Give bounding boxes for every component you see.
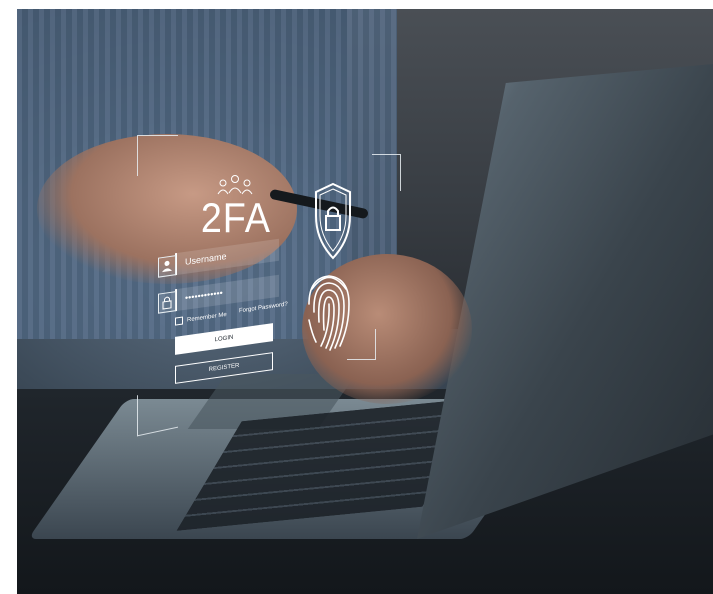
user-icon [158, 255, 176, 278]
shield-lock-icon [315, 182, 351, 260]
hud-overlay: 2FA Username •••••••••••• Remember Me Fo… [17, 9, 713, 594]
login-button[interactable]: LOGIN [175, 323, 273, 355]
users-icon [217, 175, 253, 195]
photo: 2FA Username •••••••••••• Remember Me Fo… [17, 9, 713, 594]
lock-icon [158, 291, 176, 314]
remember-checkbox[interactable] [175, 316, 183, 326]
fingerprint-icon [308, 275, 350, 351]
remember-label: Remember Me [187, 311, 227, 324]
frame-corner-top-left [137, 135, 178, 176]
frame-corner-bottom-left [137, 386, 178, 437]
password-mask: •••••••••••• [185, 287, 223, 303]
title-2fa: 2FA [200, 194, 271, 241]
forgot-password-link[interactable]: Forgot Password? [239, 302, 288, 315]
frame-corner-top-right [372, 154, 401, 191]
username-field[interactable]: Username [158, 238, 279, 278]
remember-me[interactable]: Remember Me [175, 310, 227, 326]
register-button[interactable]: REGISTER [175, 352, 273, 384]
username-label: Username [185, 251, 227, 267]
